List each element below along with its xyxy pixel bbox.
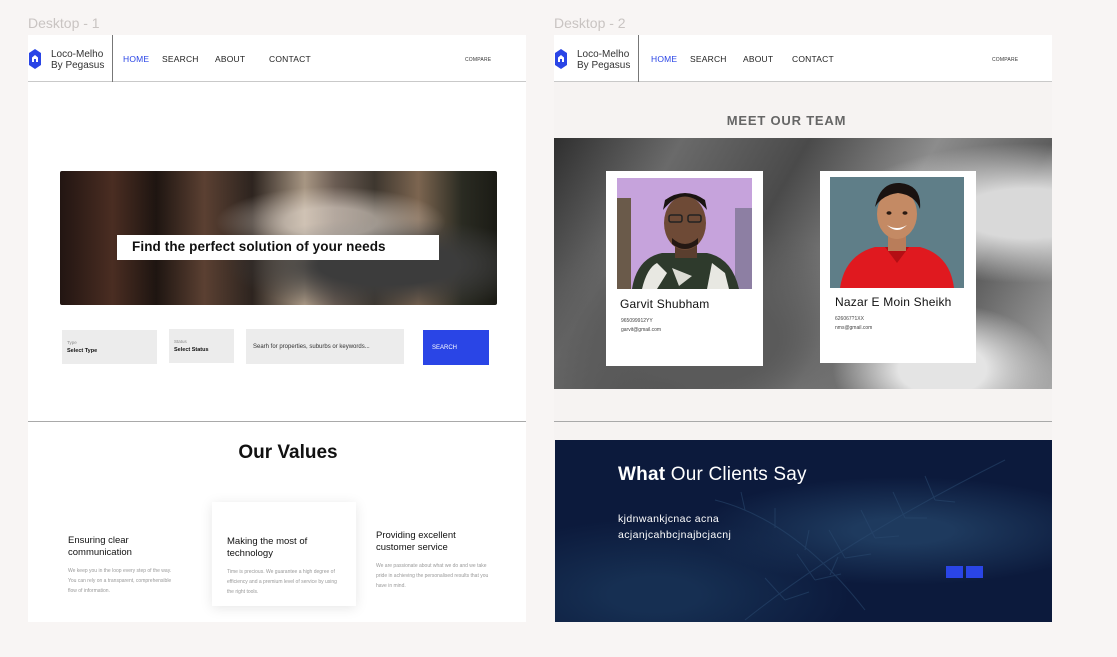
compare-link-2[interactable]: COMPARE: [992, 57, 1018, 63]
hero-image: Find the perfect solution of your needs: [60, 171, 497, 305]
nav-separator: [638, 35, 639, 82]
clients-section: What Our Clients Say kjdnwankjcnac acna …: [555, 440, 1052, 622]
desktop-1-frame: Loco-Melho By Pegasus HOME SEARCH ABOUT …: [28, 35, 526, 622]
clients-title-rest: Our Clients Say: [665, 464, 807, 485]
clients-title: What Our Clients Say: [618, 464, 807, 486]
member-phone-1: 965099912YY: [621, 318, 653, 324]
member-email-2[interactable]: nms@gmail.com: [835, 324, 872, 333]
carousel-prev-button[interactable]: [946, 566, 963, 578]
member-name-2: Nazar E Moin Sheikh: [835, 295, 952, 309]
status-value: Select Status: [174, 347, 209, 353]
values-title: Our Values: [238, 442, 338, 463]
nav-separator: [112, 35, 113, 82]
desktop-2-frame: Loco-Melho By Pegasus HOME SEARCH ABOUT …: [554, 35, 1052, 622]
status-select[interactable]: Status Select Status: [169, 329, 234, 363]
value-title-3: Providing excellent customer service: [376, 530, 456, 553]
hero-headline: Find the perfect solution of your needs: [117, 235, 439, 260]
navbar-2: Loco-Melho By Pegasus HOME SEARCH ABOUT …: [554, 35, 1052, 82]
value-text-2: Time is precious. We guarantee a high de…: [227, 569, 337, 595]
member-photo-1: [617, 178, 752, 289]
frame-label-desktop-2: Desktop - 2: [554, 15, 626, 31]
clients-title-bold: What: [618, 464, 666, 485]
nav-about-2[interactable]: ABOUT: [743, 54, 773, 64]
brand-line-2: By Pegasus: [577, 60, 631, 71]
nav-search[interactable]: SEARCH: [162, 54, 199, 64]
logo-icon: [29, 49, 41, 69]
member-contact-1: 965099912YY garvit@gmail.com: [621, 317, 661, 335]
frame-label-desktop-1: Desktop - 1: [28, 15, 100, 31]
nav-about[interactable]: ABOUT: [215, 54, 245, 64]
section-divider-2: [554, 421, 1052, 422]
nav-contact[interactable]: CONTACT: [269, 54, 311, 64]
brand-name-2[interactable]: Loco-Melho By Pegasus: [577, 49, 630, 71]
status-caption: Status: [174, 339, 187, 344]
nav-home[interactable]: HOME: [123, 54, 149, 64]
nav-search-2[interactable]: SEARCH: [690, 54, 727, 64]
team-title: MEET OUR TEAM: [726, 113, 847, 128]
type-caption: Type: [67, 340, 77, 345]
brand-line-1: Loco-Melho: [51, 49, 104, 60]
team-card-2: Nazar E Moin Sheikh 626067?1XX nms@gmail…: [820, 171, 976, 363]
value-text-3: We are passionate about what we do and w…: [376, 563, 489, 589]
type-select[interactable]: Type Select Type: [62, 330, 157, 364]
team-background: Garvit Shubham 965099912YY garvit@gmail.…: [554, 138, 1052, 389]
value-title-1: Ensuring clear communication: [68, 535, 132, 558]
type-value: Select Type: [67, 348, 98, 354]
member-email-1[interactable]: garvit@gmail.com: [621, 326, 661, 335]
brand-line-1: Loco-Melho: [577, 49, 630, 60]
member-name-1: Garvit Shubham: [620, 297, 710, 311]
navbar: Loco-Melho By Pegasus HOME SEARCH ABOUT …: [28, 35, 526, 82]
brand-line-2: By Pegasus: [51, 60, 105, 71]
section-divider: [28, 421, 526, 422]
nav-contact-2[interactable]: CONTACT: [792, 54, 834, 64]
compare-link[interactable]: COMPARE: [465, 57, 491, 63]
value-text-1: We keep you in the loop every step of th…: [68, 568, 172, 594]
search-button[interactable]: SEARCH: [423, 330, 489, 365]
testimonial-text: kjdnwankjcnac acna acjanjcahbcjnajbcjacn…: [618, 513, 732, 541]
member-contact-2: 626067?1XX nms@gmail.com: [835, 315, 872, 333]
logo-icon: [555, 49, 567, 69]
member-phone-2: 626067?1XX: [835, 316, 864, 322]
team-card-1: Garvit Shubham 965099912YY garvit@gmail.…: [606, 171, 763, 366]
value-title-2: Making the most of technology: [227, 536, 308, 559]
member-photo-2: [830, 177, 964, 288]
carousel-next-button[interactable]: [966, 566, 983, 578]
search-input[interactable]: Searh for properties, suburbs or keyword…: [246, 329, 404, 364]
brand-name[interactable]: Loco-Melho By Pegasus: [51, 49, 104, 71]
nav-home-2[interactable]: HOME: [651, 54, 677, 64]
